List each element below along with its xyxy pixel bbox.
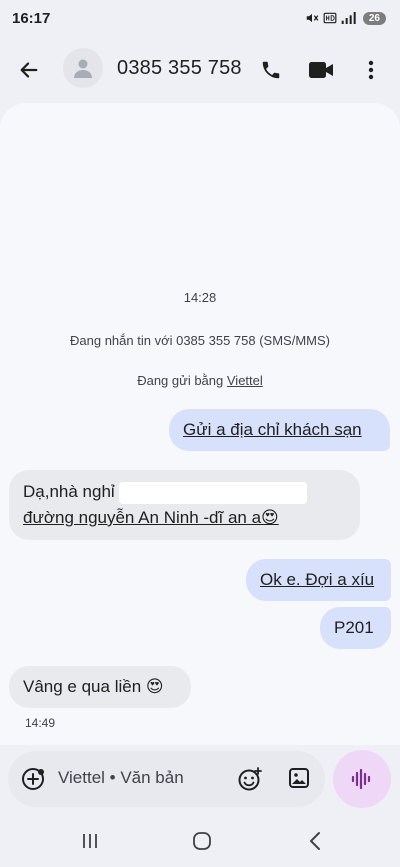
message-bubble-outgoing[interactable]: Ok e. Đợi a xíu	[246, 559, 391, 601]
message-time: 14:49	[25, 716, 56, 730]
compose-bar: Viettel • Văn bản	[8, 751, 325, 807]
video-call-button[interactable]	[305, 55, 337, 85]
emoji-button[interactable]	[237, 766, 263, 792]
gallery-button[interactable]	[287, 766, 313, 792]
voice-input-icon	[351, 768, 371, 790]
recent-apps-icon	[83, 834, 97, 848]
back-button[interactable]	[14, 55, 44, 85]
sending-via: Đang gửi bằng Viettel	[0, 373, 400, 388]
status-time: 16:17	[12, 9, 51, 27]
call-button[interactable]	[256, 55, 286, 85]
recent-apps-button[interactable]	[80, 831, 100, 851]
status-bar: 16:17 26	[0, 0, 400, 36]
message-bubble-outgoing[interactable]: Gửi a địa chỉ khách sạn	[169, 409, 390, 451]
message-text-line1: Dạ,nhà nghỉ	[23, 482, 115, 501]
signal-icon	[341, 12, 356, 24]
conversation-header: 0385 355 758	[0, 44, 400, 94]
more-vert-icon	[368, 60, 374, 80]
hd-icon	[323, 12, 337, 24]
nav-back-button[interactable]	[307, 831, 323, 851]
add-attachment-button[interactable]	[20, 766, 46, 792]
battery-icon: 26	[362, 11, 386, 25]
mute-icon	[306, 13, 319, 23]
more-options-button[interactable]	[360, 55, 382, 85]
sending-carrier-link[interactable]: Viettel	[227, 373, 263, 388]
back-arrow-icon	[20, 62, 38, 78]
message-text: P201	[334, 618, 374, 637]
home-button[interactable]	[192, 831, 212, 851]
navigation-bar	[0, 815, 400, 867]
message-text: Vâng e qua liền 😍	[23, 677, 164, 696]
message-text: Gửi a địa chỉ khách sạn	[183, 420, 362, 439]
message-text-line2: đường nguyễn An Ninh -dĩ an a😍	[23, 508, 279, 527]
conversation-info: Đang nhắn tin với 0385 355 758 (SMS/MMS)	[70, 333, 330, 348]
conversation-panel[interactable]: 14:28 Đang nhắn tin với 0385 355 758 (SM…	[0, 103, 400, 745]
avatar-person-icon	[74, 59, 92, 78]
home-icon	[193, 832, 211, 850]
message-input[interactable]: Viettel • Văn bản	[58, 768, 184, 788]
avatar[interactable]	[63, 48, 103, 88]
voice-input-button[interactable]	[333, 750, 391, 808]
nav-back-icon	[310, 832, 320, 850]
add-icon	[22, 768, 44, 790]
message-text: Ok e. Đợi a xíu	[260, 570, 375, 589]
message-bubble-outgoing[interactable]: P201	[320, 607, 391, 649]
message-line: Dạ,nhà nghỉ	[23, 479, 346, 505]
conversation-timestamp: 14:28	[183, 290, 217, 305]
sending-prefix: Đang gửi bằng	[137, 373, 224, 388]
redacted-text	[118, 481, 307, 504]
status-icons: 26	[305, 11, 386, 25]
video-call-icon	[309, 62, 333, 78]
emoji-icon	[238, 767, 262, 791]
phone-icon	[262, 61, 280, 79]
message-bubble-incoming[interactable]: Dạ,nhà nghỉ đường nguyễn An Ninh -dĩ an …	[9, 470, 360, 540]
contact-title[interactable]: 0385 355 758	[117, 57, 242, 80]
message-bubble-incoming[interactable]: Vâng e qua liền 😍	[9, 666, 191, 708]
gallery-icon	[289, 768, 309, 788]
